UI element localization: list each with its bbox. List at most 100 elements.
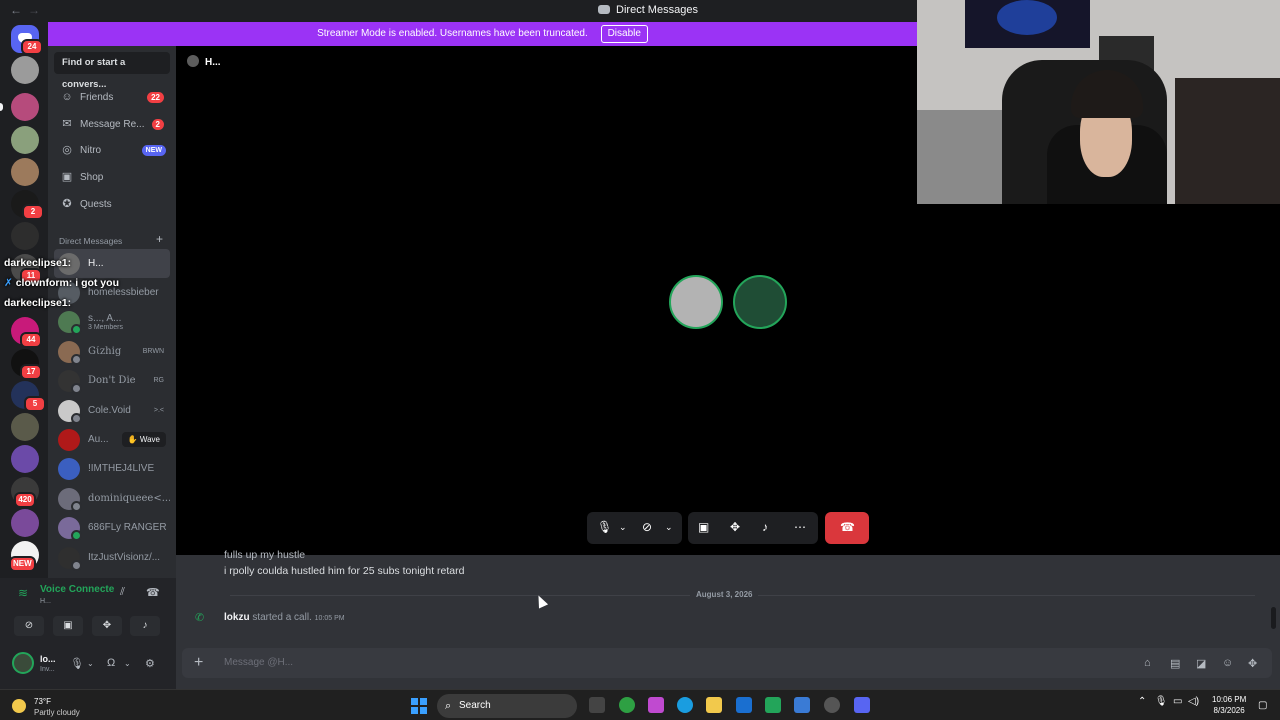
nav-shop[interactable]: ▣ Shop bbox=[54, 165, 170, 189]
server-icon[interactable] bbox=[11, 222, 39, 250]
chevron-down-icon[interactable]: ⌄ bbox=[665, 522, 673, 533]
microphone-tray-icon[interactable]: 🎙 bbox=[1155, 696, 1168, 707]
sticker-icon[interactable]: ◪ bbox=[1196, 657, 1206, 670]
start-button[interactable] bbox=[411, 698, 427, 714]
create-dm-plus-icon[interactable]: + bbox=[156, 232, 163, 246]
chevron-down-icon[interactable]: ⌄ bbox=[619, 522, 627, 533]
attach-plus-icon[interactable]: + bbox=[194, 654, 203, 672]
overlay-username: clownform: bbox=[15, 277, 73, 289]
chat-scrollbar[interactable] bbox=[1271, 607, 1276, 629]
user-avatar[interactable] bbox=[12, 652, 34, 674]
file-explorer-icon[interactable] bbox=[706, 697, 722, 713]
avatar bbox=[58, 487, 82, 512]
dm-item[interactable]: H... bbox=[54, 249, 170, 278]
dm-name: !IMTHEJ4LIVE bbox=[88, 463, 155, 474]
dm-item[interactable]: Cole.Void >.< bbox=[54, 396, 170, 425]
caller-name[interactable]: lokzu bbox=[224, 612, 250, 623]
leave-call-button[interactable]: ☎ bbox=[825, 512, 869, 544]
avatar bbox=[58, 428, 80, 451]
soundboard-button[interactable]: ♪ bbox=[130, 616, 160, 636]
soundboard-icon[interactable]: ♪ bbox=[762, 520, 768, 534]
server-icon[interactable] bbox=[11, 509, 39, 537]
offline-status-icon bbox=[71, 412, 82, 424]
direct-messages-header: Direct Messages bbox=[59, 236, 123, 246]
call-stage bbox=[176, 46, 917, 555]
nav-quests[interactable]: ✪ Quests bbox=[54, 192, 170, 216]
chevron-down-icon[interactable]: ⌄ bbox=[87, 659, 94, 668]
obs-icon[interactable] bbox=[824, 697, 840, 713]
activities-icon: ✥ bbox=[102, 620, 112, 631]
xbox-icon[interactable] bbox=[765, 697, 781, 713]
copilot-icon[interactable] bbox=[648, 697, 664, 713]
dm-item[interactable]: Don't Die RG bbox=[54, 366, 170, 395]
disable-streamer-mode-button[interactable]: Disable bbox=[600, 25, 648, 43]
server-icon[interactable] bbox=[11, 126, 39, 154]
find-conversation-input[interactable]: Find or start a convers... bbox=[54, 52, 170, 90]
taskbar-search[interactable]: ⌕ Search bbox=[437, 694, 577, 718]
camera-off-button[interactable]: ⊘ bbox=[14, 616, 44, 636]
server-icon[interactable] bbox=[11, 413, 39, 441]
server-badge: 420 bbox=[14, 492, 36, 508]
camera-off-icon[interactable]: ⊘ bbox=[642, 520, 652, 534]
chevron-up-icon[interactable]: ⌃ bbox=[1138, 696, 1146, 707]
notification-icon[interactable]: ▢ bbox=[1258, 700, 1267, 711]
dresser bbox=[1175, 78, 1280, 204]
microphone-icon[interactable]: 🎙 bbox=[70, 657, 84, 670]
store-icon[interactable] bbox=[736, 697, 752, 713]
headphones-icon[interactable]: Ω bbox=[107, 657, 115, 669]
dm-name: ItzJustVisionz/... bbox=[88, 552, 161, 563]
task-view-icon[interactable] bbox=[589, 697, 605, 713]
friends-icon: ☺ bbox=[61, 91, 73, 103]
server-icon[interactable] bbox=[11, 445, 39, 473]
server-icon[interactable] bbox=[11, 56, 39, 84]
gear-icon[interactable]: ⚙ bbox=[145, 657, 155, 670]
nav-message-requests[interactable]: ✉ Message Re... 2 bbox=[54, 112, 170, 136]
emoji-icon[interactable]: ☺ bbox=[1222, 657, 1233, 669]
nav-nitro[interactable]: ◎ Nitro NEW bbox=[54, 138, 170, 162]
online-status-icon bbox=[71, 323, 82, 335]
dm-item[interactable]: s..., A... 3 Members bbox=[54, 307, 170, 336]
overlay-chat-line: ✗ clownform: i got you bbox=[4, 277, 119, 289]
discord-taskbar-icon[interactable] bbox=[854, 697, 870, 713]
more-options-icon[interactable]: ⋯ bbox=[794, 520, 806, 534]
activities-icon[interactable]: ✥ bbox=[730, 520, 740, 534]
volume-icon[interactable]: ◁) bbox=[1188, 696, 1199, 707]
chevron-down-icon[interactable]: ⌄ bbox=[124, 659, 131, 668]
outlook-icon[interactable] bbox=[794, 697, 810, 713]
dm-item[interactable]: Au... ✋ Wave bbox=[54, 425, 170, 454]
activities-button[interactable]: ✥ bbox=[92, 616, 122, 636]
wave-label: Wave bbox=[139, 435, 160, 444]
message-input[interactable]: Message @H... bbox=[224, 657, 293, 668]
noise-suppression-icon[interactable]: ⫽ bbox=[120, 586, 125, 599]
clock-time: 10:06 PM bbox=[1212, 695, 1247, 704]
dm-sidebar: Find or start a convers... ☺ Friends 22 … bbox=[48, 46, 176, 578]
call-participant-avatar[interactable] bbox=[733, 275, 787, 329]
server-icon[interactable] bbox=[11, 93, 39, 121]
network-icon[interactable]: ▭ bbox=[1173, 696, 1182, 707]
nav-friends[interactable]: ☺ Friends 22 bbox=[54, 85, 170, 109]
disconnect-icon[interactable]: ☎ bbox=[146, 586, 160, 599]
gift-icon[interactable]: ⌂ bbox=[1144, 657, 1151, 669]
gif-icon[interactable]: ▤ bbox=[1170, 657, 1180, 670]
screen-share-icon[interactable]: ▣ bbox=[698, 520, 709, 534]
wave-button[interactable]: ✋ Wave bbox=[121, 432, 166, 447]
dm-item[interactable]: dominiqueee<... bbox=[54, 484, 170, 513]
apps-icon[interactable]: ✥ bbox=[1248, 657, 1257, 670]
server-icon[interactable] bbox=[11, 158, 39, 186]
edge-icon[interactable] bbox=[677, 697, 693, 713]
voice-channel: H... bbox=[40, 598, 51, 605]
dm-item[interactable]: Gίzhig BRWN bbox=[54, 337, 170, 366]
screen-share-button[interactable]: ▣ bbox=[53, 616, 83, 636]
webcam-feed bbox=[917, 0, 1280, 204]
microphone-icon[interactable]: 🎙 bbox=[597, 520, 612, 534]
chrome-icon[interactable] bbox=[619, 697, 635, 713]
streamer-mode-banner: Streamer Mode is enabled. Usernames have… bbox=[48, 22, 917, 46]
dm-tag: RG bbox=[153, 377, 165, 384]
dm-item[interactable]: ItzJustVisionz/... bbox=[54, 543, 170, 572]
dm-item[interactable]: !IMTHEJ4LIVE bbox=[54, 454, 170, 483]
call-actions-group: ▣ ✥ ♪ ⋯ bbox=[688, 512, 818, 544]
dm-item[interactable]: 686FLy RANGER bbox=[54, 513, 170, 542]
screen-share-icon: ▣ bbox=[63, 620, 73, 631]
call-participant-avatar[interactable] bbox=[669, 275, 723, 329]
system-clock[interactable]: 10:06 PM 8/3/2026 bbox=[1212, 694, 1246, 716]
